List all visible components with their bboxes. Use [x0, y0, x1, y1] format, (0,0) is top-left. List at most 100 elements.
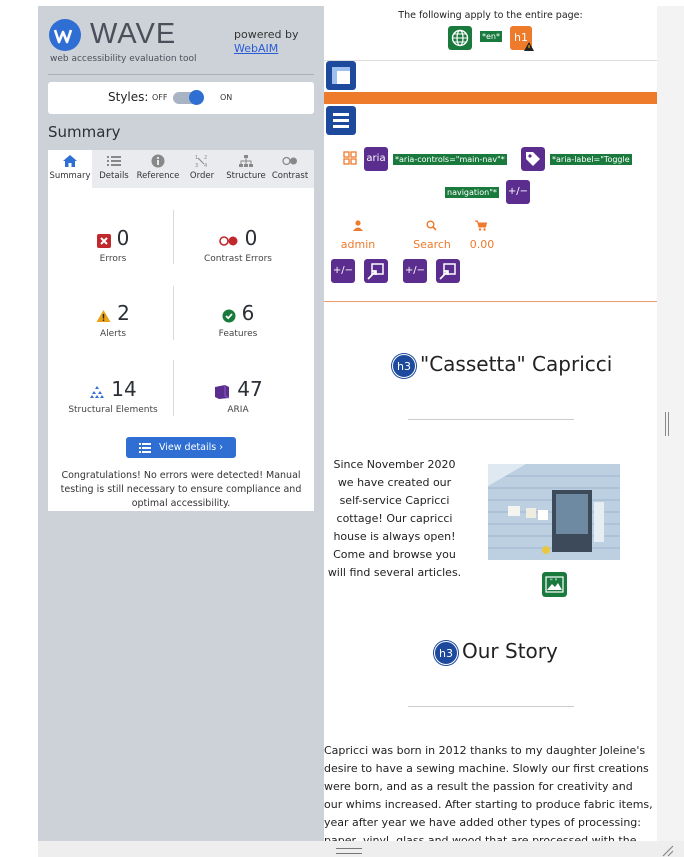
structural-stat[interactable]: 14 Structural Elements	[53, 377, 173, 415]
contrast-error-icon	[218, 235, 238, 246]
tab-summary[interactable]: Summary	[48, 150, 92, 188]
list-icon	[138, 442, 151, 453]
svg-text:1: 1	[195, 155, 198, 161]
tab-contrast-label: Contrast	[271, 171, 309, 181]
svg-text:" ": " "	[550, 578, 558, 585]
divider	[408, 419, 574, 420]
tab-details-label: Details	[99, 171, 129, 181]
tab-reference-label: Reference	[136, 171, 180, 181]
alert-icon	[524, 42, 534, 51]
html5-landmark-icon[interactable]	[326, 61, 356, 90]
page-level-notice: The following apply to the entire page:	[398, 10, 583, 21]
aria-badge[interactable]: aria	[364, 147, 388, 171]
divider	[408, 706, 574, 707]
svg-text:4: 4	[204, 163, 207, 168]
alerts-stat[interactable]: 2 Alerts	[53, 301, 173, 339]
svg-text:3: 3	[195, 163, 198, 168]
aria-label-chip-start: *aria-label="Toggle	[550, 154, 632, 165]
aria-popup-icon[interactable]	[436, 259, 460, 283]
tab-contrast[interactable]: Contrast	[268, 150, 312, 188]
language-icon[interactable]	[448, 26, 472, 50]
lang-chip: *en*	[480, 31, 502, 42]
tab-structure[interactable]: Structure	[224, 150, 268, 188]
feature-icon	[222, 309, 236, 322]
aria-popup-icon[interactable]	[364, 259, 388, 283]
order-icon: 1 2 3 4	[195, 155, 207, 168]
aria-badge-label: aria	[366, 153, 386, 164]
webaim-link[interactable]: WebAIM	[234, 42, 278, 55]
styles-label: Styles:	[108, 90, 149, 104]
orange-banner	[324, 92, 657, 104]
aria-icon	[215, 384, 230, 399]
tab-reference[interactable]: Reference	[136, 150, 180, 188]
aria-label: ARIA	[227, 405, 249, 415]
congrats-message: Congratulations! No errors were detected…	[60, 470, 302, 509]
stat-divider	[173, 360, 174, 416]
h3-badge[interactable]: h3	[434, 640, 458, 665]
view-details-button[interactable]: View details ›	[126, 437, 236, 458]
evaluated-page: The following apply to the entire page: …	[324, 6, 657, 841]
resize-corner-icon[interactable]	[660, 843, 674, 857]
styles-on-label: ON	[220, 93, 233, 102]
error-icon	[96, 233, 111, 248]
contrast-errors-stat[interactable]: 0 Contrast Errors	[178, 226, 298, 264]
contrast-errors-label: Contrast Errors	[204, 254, 272, 264]
panel-resize-handle[interactable]	[665, 412, 669, 436]
navigation-icon[interactable]	[326, 106, 356, 135]
wave-tagline: web accessibility evaluation tool	[50, 54, 197, 64]
tab-summary-label: Summary	[49, 171, 91, 181]
admin-link[interactable]: admin	[334, 238, 382, 251]
aria-label-chip-end: navigation"*	[445, 187, 499, 198]
user-icon	[353, 220, 363, 231]
search-link[interactable]: Search	[407, 238, 457, 251]
divider	[324, 60, 657, 61]
contrast-icon	[282, 156, 297, 166]
cottage-photo	[486, 464, 622, 566]
alerts-label: Alerts	[99, 329, 127, 339]
styles-toggle[interactable]	[173, 90, 204, 105]
wave-logo-text: WAVE	[90, 18, 177, 50]
aria-expanded-badge[interactable]: +/−	[331, 259, 355, 283]
contrast-errors-count: 0	[244, 226, 258, 250]
tab-details[interactable]: Details	[92, 150, 136, 188]
errors-count: 0	[116, 226, 130, 250]
errors-label: Errors	[99, 254, 127, 264]
info-icon	[151, 154, 165, 168]
tab-structure-label: Structure	[226, 171, 266, 181]
header-bottom-divider	[324, 301, 657, 302]
styles-toggle-box: Styles: OFF ON	[48, 82, 314, 114]
stat-divider	[173, 210, 174, 264]
aria-expanded-badge[interactable]: +/−	[403, 259, 427, 283]
list-icon	[107, 156, 121, 166]
aria-controls-chip: *aria-controls="main-nav"*	[393, 154, 507, 165]
alert-icon	[96, 309, 111, 322]
heading-cassetta: h3 "Cassetta" Capricci	[392, 352, 612, 378]
tab-order[interactable]: 12 3 4 Order	[180, 150, 224, 188]
summary-card: 0 Errors 0 Contrast Errors 2 Alerts 6 Fe…	[48, 188, 314, 511]
powered-by-text: powered by	[234, 28, 299, 41]
story-paragraph: Capricci was born in 2012 thanks to my d…	[324, 744, 653, 841]
aria-count: 47	[237, 377, 263, 401]
wave-tabs: Summary Details Reference 12 3 4 Order Str…	[48, 150, 314, 188]
features-label: Features	[218, 329, 258, 339]
wave-sidebar: WAVE web accessibility evaluation tool p…	[38, 6, 324, 841]
heading-our-story-text: Our Story	[462, 639, 558, 663]
aria-label-icon[interactable]	[521, 147, 545, 171]
features-stat[interactable]: 6 Features	[178, 301, 298, 339]
toggle-knob[interactable]	[189, 90, 204, 105]
aria-expanded-badge[interactable]: +/−	[506, 180, 530, 204]
drag-handle-icon[interactable]	[336, 848, 362, 854]
stat-divider	[173, 286, 174, 340]
home-icon	[63, 155, 77, 167]
menu-grid-icon[interactable]	[343, 151, 357, 165]
alerts-count: 2	[117, 301, 130, 325]
h3-badge[interactable]: h3	[392, 353, 416, 378]
summary-heading: Summary	[48, 123, 121, 141]
styles-off-label: OFF	[152, 93, 168, 102]
right-scroll-strip	[657, 6, 684, 841]
cart-total[interactable]: 0.00	[464, 238, 500, 251]
errors-stat[interactable]: 0 Errors	[53, 226, 173, 264]
structural-label: Structural Elements	[68, 405, 158, 415]
aria-stat[interactable]: 47 ARIA	[178, 377, 298, 415]
image-alt-icon[interactable]: " "	[542, 572, 567, 597]
